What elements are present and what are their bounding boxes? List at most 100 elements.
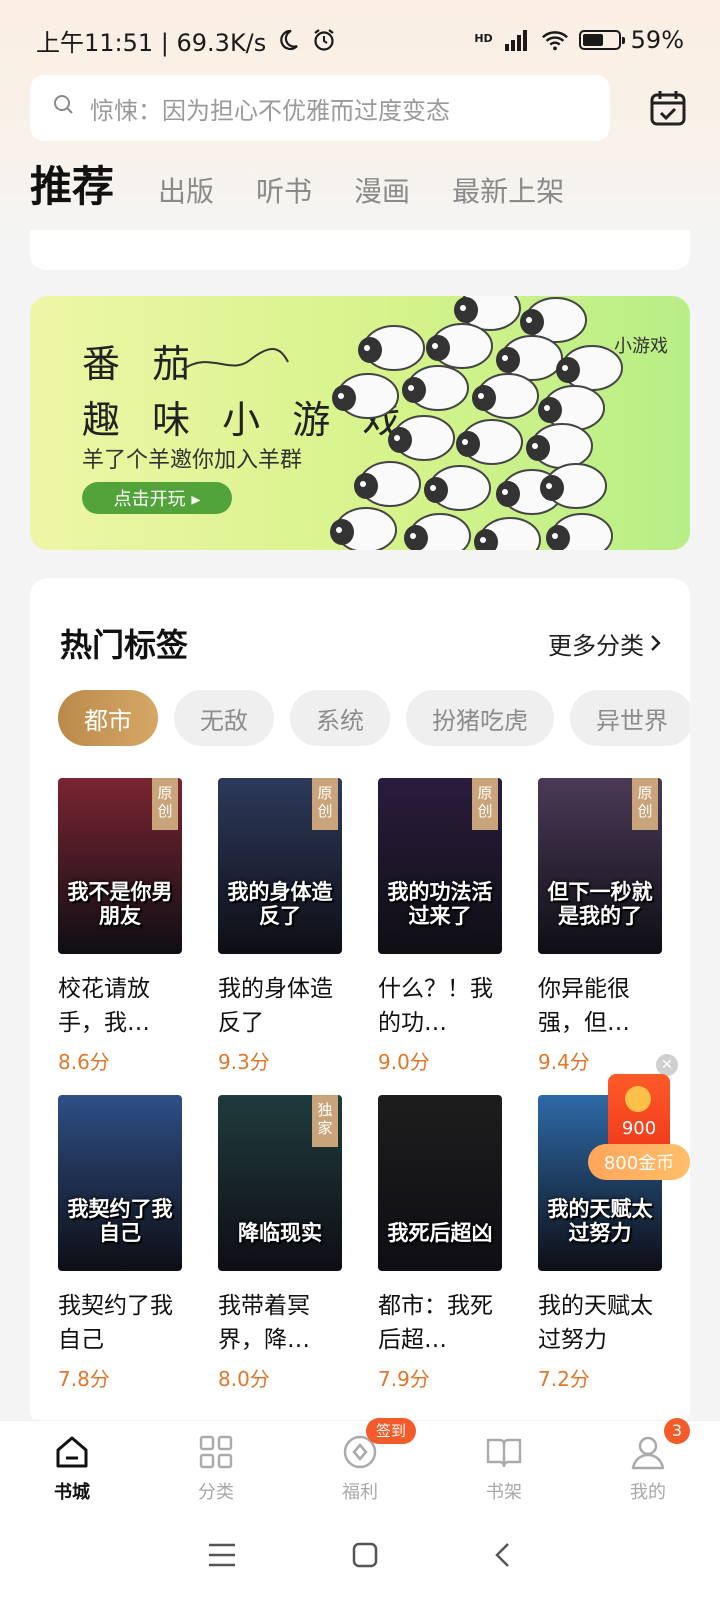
sheep <box>330 507 397 550</box>
book-title: 你异能很强，但… <box>538 976 630 1036</box>
chip-other-world[interactable]: 异世界 <box>570 690 690 746</box>
book-score: 8.0分 <box>218 1367 270 1391</box>
tab-publish[interactable]: 出版 <box>158 170 214 220</box>
sheep <box>472 373 539 419</box>
sheep <box>388 415 455 461</box>
sheep <box>424 465 491 511</box>
chevron-right-icon <box>650 630 662 658</box>
chip-urban[interactable]: 都市 <box>58 690 158 746</box>
sign-in-badge: 签到 <box>366 1417 417 1444</box>
nav-welfare[interactable]: 福利 签到 <box>300 1417 420 1504</box>
sheep-illustration <box>320 296 630 550</box>
signal-icon <box>503 26 531 54</box>
tab-new-arrivals[interactable]: 最新上架 <box>452 170 564 220</box>
book-score: 7.2分 <box>538 1367 590 1391</box>
swirl-decoration <box>181 348 289 371</box>
reward-count: 900 <box>621 1118 657 1139</box>
book-score: 7.8分 <box>58 1367 110 1391</box>
bottom-navigation: 书城 分类 福利 签到 书架 我的 3 <box>0 1417 720 1514</box>
book-score: 9.3分 <box>218 1050 270 1074</box>
collapsed-card <box>30 230 690 270</box>
nav-bookstore[interactable]: 书城 <box>12 1432 132 1504</box>
book-cover: 我契约了我自己 <box>58 1095 182 1271</box>
menu-icon[interactable] <box>207 1542 237 1572</box>
sheep <box>404 513 471 550</box>
battery-percent: 59% <box>630 26 684 54</box>
book-cover: 独家 降临现实 <box>218 1095 342 1271</box>
book-score: 8.6分 <box>58 1050 110 1074</box>
calendar-check-icon[interactable] <box>648 88 688 128</box>
book-title: 我的身体造反了 <box>218 976 333 1036</box>
nav-bookshelf[interactable]: 书架 <box>444 1432 564 1504</box>
chip-underdog[interactable]: 扮猪吃虎 <box>406 690 554 746</box>
close-icon[interactable]: ✕ <box>656 1054 678 1076</box>
status-time: 上午11:51 | 69.3K/s <box>36 28 267 57</box>
book-score: 7.9分 <box>378 1367 430 1391</box>
sheep <box>426 323 493 369</box>
banner-subtitle: 羊了个羊邀你加入羊群 <box>82 448 303 473</box>
book-item[interactable]: 我契约了我自己 我契约了我自己 7.8分 <box>58 1095 182 1392</box>
search-placeholder: 惊悚：因为担心不优雅而过度变态 <box>90 96 450 125</box>
book-item[interactable]: 原创 我的身体造反了 我的身体造反了 9.3分 <box>218 778 342 1075</box>
search-input[interactable]: 惊悚：因为担心不优雅而过度变态 <box>30 75 610 141</box>
sheep <box>456 419 523 465</box>
network-label: HD <box>474 32 493 45</box>
home-icon <box>56 1436 88 1467</box>
search-icon <box>52 93 76 123</box>
sheep <box>332 373 399 419</box>
system-navigation <box>0 1514 720 1600</box>
sheep <box>546 513 613 550</box>
grid-icon <box>199 1435 233 1468</box>
moon-icon <box>274 26 302 54</box>
sheep <box>474 517 541 550</box>
red-packet-reward[interactable]: 900 <box>608 1074 670 1152</box>
wifi-icon <box>541 26 569 54</box>
book-item[interactable]: 独家 降临现实 我带着冥界，降… 8.0分 <box>218 1095 342 1392</box>
original-badge: 原创 <box>632 778 658 830</box>
book-title: 我带着冥界，降… <box>218 1293 310 1353</box>
book-item[interactable]: 原创 但下一秒就是我的了 你异能很强，但… 9.4分 <box>538 778 662 1075</box>
game-banner[interactable]: 番 茄 趣 味 小 游 戏 羊了个羊邀你加入羊群 点击开玩 ▸ 小游戏 <box>30 296 690 550</box>
chip-system[interactable]: 系统 <box>290 690 390 746</box>
nav-category[interactable]: 分类 <box>156 1432 276 1504</box>
sheep <box>402 365 469 411</box>
user-icon <box>631 1436 665 1469</box>
book-item[interactable]: 原创 我不是你男朋友 校花请放手，我… 8.6分 <box>58 778 182 1075</box>
original-badge: 原创 <box>152 778 178 830</box>
book-row: 原创 我不是你男朋友 校花请放手，我… 8.6分 原创 我的身体造反了 我的身体… <box>58 778 678 1075</box>
notification-badge: 3 <box>664 1417 690 1444</box>
book-icon <box>486 1438 522 1467</box>
back-icon[interactable] <box>493 1541 513 1573</box>
book-title: 校花请放手，我… <box>58 976 150 1036</box>
category-tabs: 推荐 出版 听书 漫画 最新上架 <box>30 160 606 220</box>
tab-recommend[interactable]: 推荐 <box>30 153 114 220</box>
book-item[interactable]: 原创 我的功法活过来了 什么？！我的功… 9.0分 <box>378 778 502 1075</box>
section-title: 热门标签 <box>60 626 189 664</box>
coin-icon <box>625 1086 651 1112</box>
original-badge: 原创 <box>472 778 498 830</box>
sheep <box>538 385 605 431</box>
battery-icon <box>578 30 625 50</box>
reward-label[interactable]: 800金币 <box>588 1144 690 1180</box>
book-row: 我契约了我自己 我契约了我自己 7.8分 独家 降临现实 我带着冥界，降… 8.… <box>58 1095 678 1392</box>
book-cover: 原创 我不是你男朋友 <box>58 778 182 954</box>
book-grid: 原创 我不是你男朋友 校花请放手，我… 8.6分 原创 我的身体造反了 我的身体… <box>58 778 678 1412</box>
book-cover: 原创 但下一秒就是我的了 <box>538 778 662 954</box>
nav-profile[interactable]: 我的 3 <box>588 1417 708 1504</box>
book-title: 都市：我死后超… <box>378 1293 493 1353</box>
tab-comics[interactable]: 漫画 <box>354 170 410 220</box>
sheep <box>556 345 623 391</box>
tag-chips: 都市 无敌 系统 扮猪吃虎 异世界 <box>58 690 690 748</box>
book-cover: 我死后超凶 <box>378 1095 502 1271</box>
book-title: 我契约了我自己 <box>58 1293 173 1353</box>
home-button-icon[interactable] <box>351 1541 379 1573</box>
alarm-icon <box>310 26 338 54</box>
original-badge: 原创 <box>312 778 338 830</box>
status-bar: 上午11:51 | 69.3K/s HD 59% <box>0 0 720 80</box>
book-title: 我的天赋太过努力 <box>538 1293 653 1353</box>
chip-invincible[interactable]: 无敌 <box>174 690 274 746</box>
tab-audiobook[interactable]: 听书 <box>256 170 312 220</box>
more-categories-link[interactable]: 更多分类 <box>548 626 662 661</box>
book-item[interactable]: 我死后超凶 都市：我死后超… 7.9分 <box>378 1095 502 1392</box>
play-button[interactable]: 点击开玩 ▸ <box>82 482 232 514</box>
